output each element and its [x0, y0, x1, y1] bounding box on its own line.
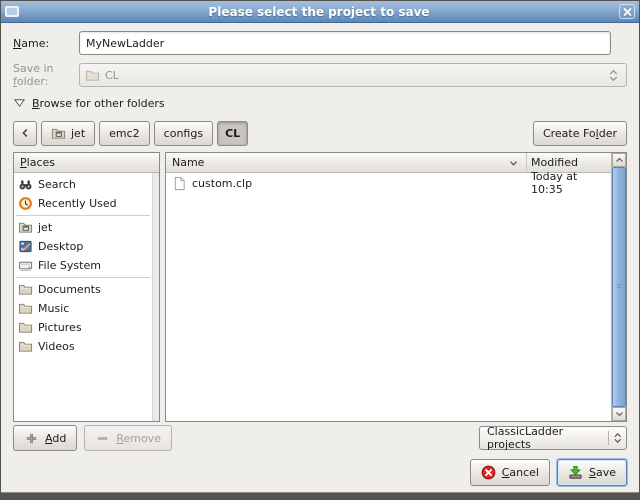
save-project-dialog: Please select the project to save Name: …: [0, 0, 640, 500]
file-name: custom.clp: [192, 177, 252, 190]
binoculars-icon: [18, 177, 33, 192]
places-separator: [16, 215, 150, 216]
remove-button: Remove: [84, 425, 172, 451]
path-bar: jet emc2 configs CL Create Folder: [13, 120, 627, 146]
place-item-music[interactable]: Music: [14, 299, 152, 318]
file-row[interactable]: custom.clp Today at 10:35: [166, 173, 611, 193]
folder-icon: [18, 282, 33, 297]
scroll-up-button[interactable]: [612, 153, 626, 167]
filter-value: ClassicLadder projects: [487, 425, 604, 451]
home-folder-icon: [51, 126, 66, 141]
red-circle-x-icon: [481, 465, 496, 480]
path-crumb-emc2[interactable]: emc2: [99, 121, 150, 146]
browse-folders-label: Browse for other folders: [32, 97, 165, 110]
titlebar[interactable]: Please select the project to save: [1, 1, 639, 23]
scrollbar-thumb[interactable]: [612, 167, 626, 407]
combo-spinner-icon: [613, 431, 622, 445]
files-pane: Name Modified custom.clp: [165, 152, 627, 422]
window-title: Please select the project to save: [23, 5, 615, 19]
place-item-file-system[interactable]: File System: [14, 256, 152, 275]
close-button[interactable]: [619, 4, 635, 19]
places-scrollbar-trough: [152, 173, 159, 421]
places-header[interactable]: Places: [14, 153, 159, 173]
desktop-icon: [18, 239, 33, 254]
save-in-folder-label: Save in folder:: [13, 62, 79, 88]
place-item-recently-used[interactable]: Recently Used: [14, 194, 152, 213]
drive-icon: [18, 258, 33, 273]
file-list: custom.clp Today at 10:35: [166, 173, 611, 421]
save-in-folder-value: CL: [105, 69, 119, 82]
place-item-pictures[interactable]: Pictures: [14, 318, 152, 337]
places-list: Search Recently Used jet: [14, 173, 152, 421]
files-scrollbar[interactable]: [611, 153, 626, 421]
scroll-down-button[interactable]: [612, 407, 626, 421]
folder-icon: [85, 68, 100, 83]
place-item-videos[interactable]: Videos: [14, 337, 152, 356]
minus-icon: [95, 431, 110, 446]
document-icon: [172, 176, 187, 191]
file-browser-panes: Places Search Recently Used: [13, 152, 627, 422]
orange-clock-icon: [18, 196, 33, 211]
filename-input[interactable]: [79, 31, 611, 55]
folder-icon: [18, 301, 33, 316]
place-item-desktop[interactable]: Desktop: [14, 237, 152, 256]
sort-chevron-down-icon: [507, 157, 520, 169]
home-folder-icon: [18, 220, 33, 235]
place-item-jet[interactable]: jet: [14, 218, 152, 237]
path-back-button[interactable]: [13, 121, 37, 146]
path-crumb-jet[interactable]: jet: [41, 121, 95, 146]
column-header-name[interactable]: Name: [166, 153, 527, 173]
save-button[interactable]: Save: [557, 459, 627, 486]
close-icon: [621, 6, 634, 18]
window-icon: [5, 6, 19, 17]
plus-icon: [24, 431, 39, 446]
window-bottom-border: [1, 492, 639, 499]
place-item-documents[interactable]: Documents: [14, 280, 152, 299]
places-separator: [16, 277, 150, 278]
dialog-content: Name: Save in folder: CL Browse for othe…: [1, 23, 639, 492]
action-row: Cancel Save: [13, 459, 627, 486]
combo-spinner-icon: [606, 68, 621, 83]
folder-icon: [18, 320, 33, 335]
cancel-button[interactable]: Cancel: [470, 459, 550, 486]
footer-row: Add Remove ClassicLadder projects: [13, 425, 627, 451]
path-crumb-cl-active[interactable]: CL: [217, 121, 248, 146]
chevron-left-icon: [19, 127, 32, 139]
file-type-filter-combo[interactable]: ClassicLadder projects: [479, 426, 627, 450]
name-label: Name:: [13, 37, 79, 50]
save-in-folder-combo: CL: [79, 63, 627, 87]
chevron-down-icon: [615, 411, 624, 417]
chevron-up-icon: [615, 157, 624, 163]
path-crumb-configs[interactable]: configs: [154, 121, 213, 146]
folder-icon: [18, 339, 33, 354]
create-folder-button[interactable]: Create Folder: [533, 121, 627, 146]
place-item-search[interactable]: Search: [14, 175, 152, 194]
expander-triangle-icon: [13, 97, 26, 109]
add-button[interactable]: Add: [13, 425, 77, 451]
file-modified: Today at 10:35: [527, 170, 611, 196]
green-save-icon: [568, 465, 583, 480]
browse-folders-expander[interactable]: Browse for other folders: [13, 95, 627, 111]
places-pane: Places Search Recently Used: [13, 152, 160, 422]
